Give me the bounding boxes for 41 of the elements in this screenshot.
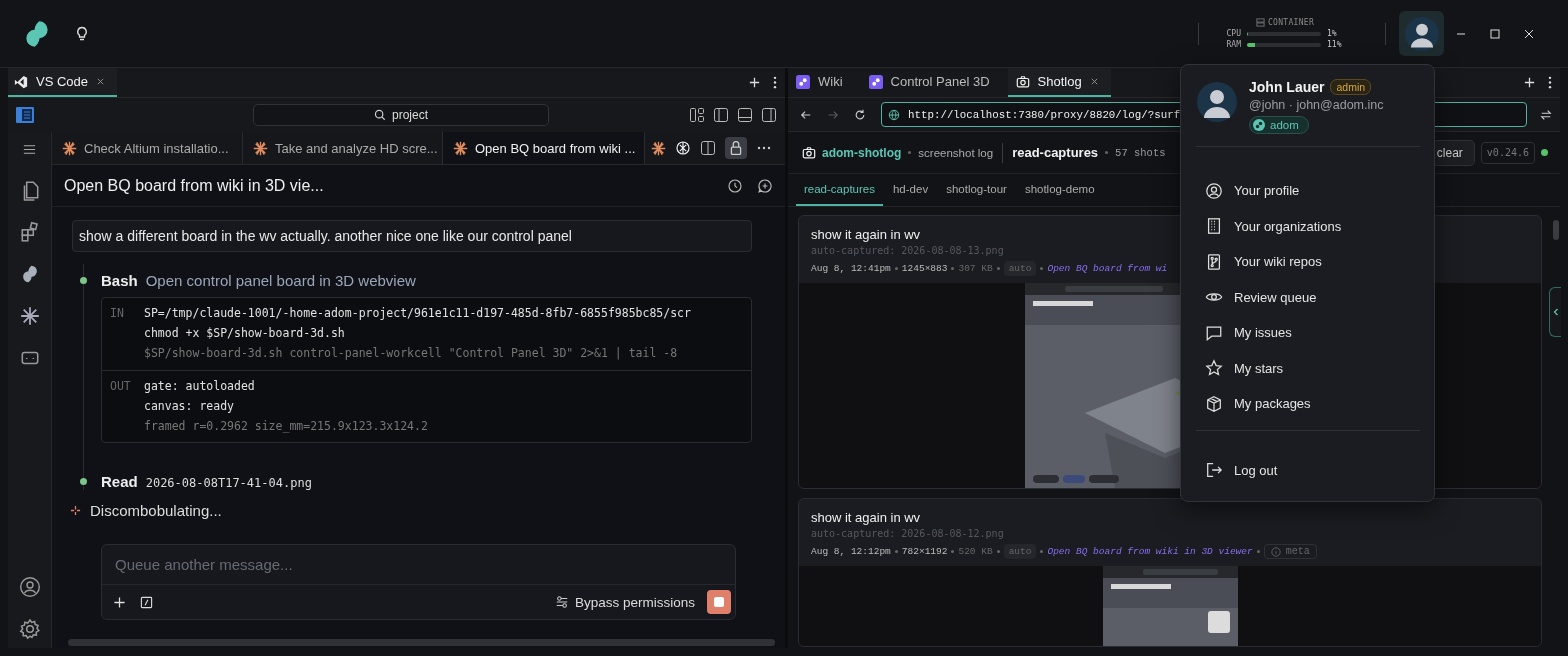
capture-tag: auto (1003, 261, 1037, 276)
code-line: gate: autoloaded (144, 379, 256, 394)
tool-name: Read (101, 473, 138, 490)
app-name: adom-shotlog (822, 145, 902, 160)
code-line: SP=/tmp/claude-1001/-home-adom-project/961e1c11-d197-485d-8fb7-6855f985bc85/scr (144, 306, 691, 321)
user-message: show a different board in the wv actually. another nice one like our control panel (72, 220, 752, 252)
capture-file: auto-captured: 2026-08-08-12.png (811, 528, 1004, 539)
code-line: framed r=0.2962 size_mm=215.9x123.3x124.2 (144, 419, 428, 434)
capture-title: show it again in wv (811, 227, 921, 242)
code-label: IN (110, 306, 125, 322)
capture-file: auto-captured: 2026-08-08-13.png (811, 245, 1004, 256)
tool-summary: Open control panel board in 3D webview (145, 272, 416, 289)
status-text: Discombobulating... (90, 502, 222, 519)
log-name: read-captures (1012, 145, 1099, 160)
user-handle: @john · john@adom.inc (1249, 98, 1384, 112)
org-name: adom (1270, 119, 1299, 131)
tool-name: Bash (101, 272, 138, 289)
image-size: 782×1192 (901, 546, 948, 557)
file-name: 2026-08-08T17-41-04.png (145, 476, 312, 490)
code-line: $SP/show-board-3d.sh control-panel-workcell "Control Panel 3D" 2>&1 | tail -8 (144, 346, 679, 361)
file-size: 307 KB (958, 263, 993, 274)
file-size: 520 KB (958, 546, 993, 557)
capture-tag: auto (1003, 544, 1037, 559)
image-size: 1245×883 (901, 263, 948, 274)
meter-reading: 11% (1327, 40, 1343, 49)
code-label: OUT (110, 379, 132, 395)
app-subtitle: screenshot log (918, 146, 994, 159)
version-label: v0.24.6 (1480, 141, 1535, 164)
meter-label: RAM (1225, 40, 1241, 49)
code-line: chmod +x $SP/show-board-3d.sh (144, 326, 346, 341)
role-tag: admin (1330, 79, 1372, 95)
capture-time: Aug 8, 12:41pm (811, 263, 891, 274)
meter-reading: 1% (1327, 29, 1338, 38)
capture-time: Aug 8, 12:12pm (811, 546, 891, 557)
meter-label: CPU (1225, 29, 1241, 38)
code-line: canvas: ready (144, 399, 235, 414)
chat-title: Open BQ board from wiki in 3D vie... (64, 176, 324, 195)
container-label: CONTAINER (1267, 18, 1315, 27)
capture-title: show it again in wv (811, 510, 921, 525)
user-name: John Lauer (1249, 79, 1325, 95)
shot-count: 57 shots (1115, 146, 1166, 159)
